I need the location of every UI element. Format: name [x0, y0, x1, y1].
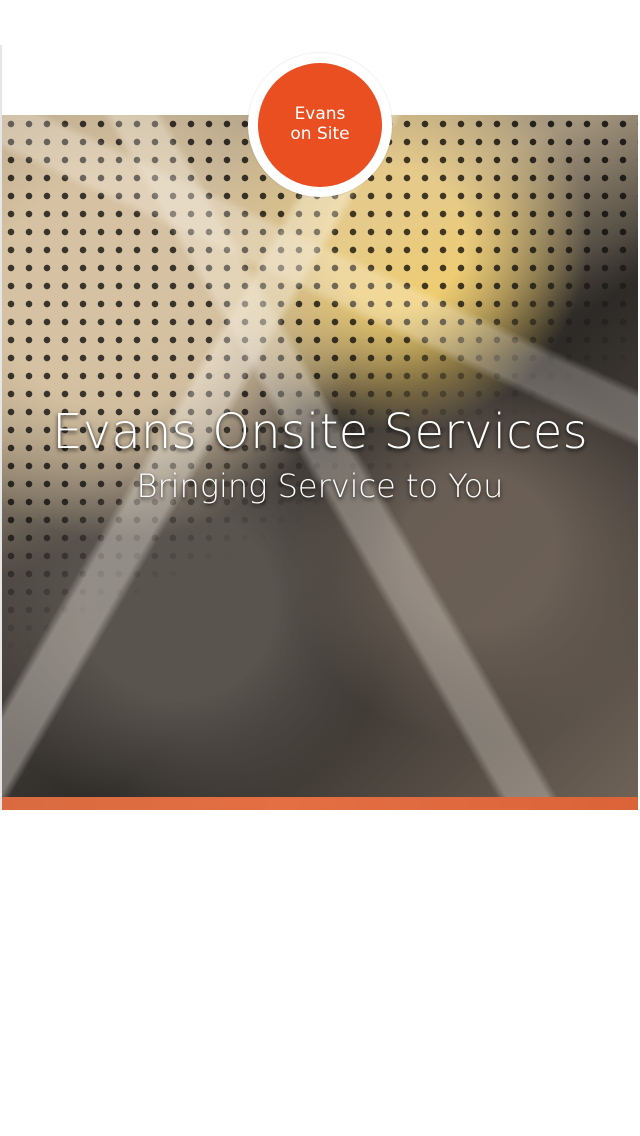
hero-title: Evans Onsite Services: [52, 404, 588, 460]
hero-bottom-band: [2, 797, 638, 810]
logo-ring: Evans on Site: [248, 53, 392, 197]
site-logo[interactable]: Evans on Site: [258, 63, 382, 187]
page: Evans Onsite Services Bringing Service t…: [0, 0, 640, 1136]
hero-banner: Evans Onsite Services Bringing Service t…: [2, 115, 638, 797]
logo-line-2: on Site: [290, 124, 350, 144]
hero-subtitle: Bringing Service to You: [136, 467, 504, 505]
logo-line-1: Evans: [294, 104, 346, 125]
